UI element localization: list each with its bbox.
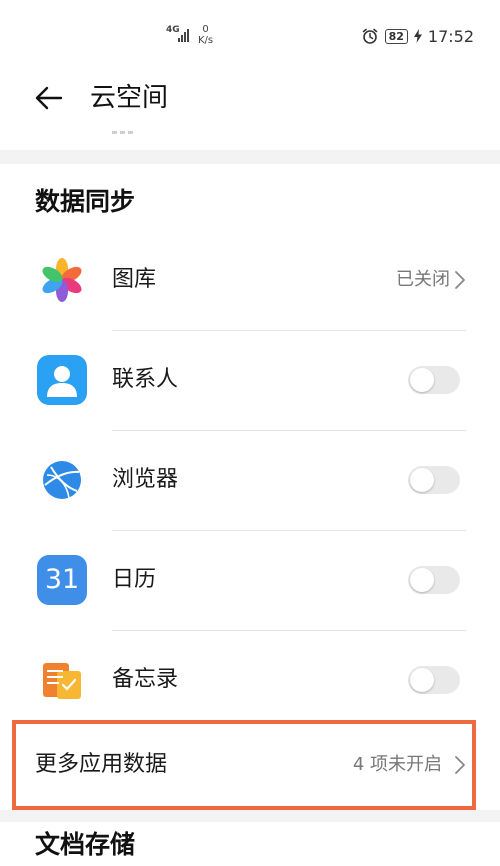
chevron-right-icon xyxy=(455,271,465,289)
toggle-knob xyxy=(410,668,434,692)
signal-icon xyxy=(178,29,189,42)
alarm-icon xyxy=(362,28,377,44)
notes-icon xyxy=(37,655,87,705)
calendar-row: 31 日历 xyxy=(0,530,500,630)
browser-label: 浏览器 xyxy=(112,467,179,492)
network-speed-unit: K/s xyxy=(198,35,214,46)
notes-label: 备忘录 xyxy=(112,667,179,692)
charging-icon xyxy=(413,29,422,43)
toggle-knob xyxy=(410,368,434,392)
section-separator xyxy=(0,810,500,822)
gallery-status: 已关闭 xyxy=(396,269,450,290)
browser-row: 浏览器 xyxy=(0,430,500,530)
contacts-label: 联系人 xyxy=(112,367,179,392)
contacts-row: 联系人 xyxy=(0,330,500,430)
data-sync-heading: 数据同步 xyxy=(35,187,136,216)
calendar-icon: 31 xyxy=(37,555,87,605)
browser-icon xyxy=(37,455,87,505)
gallery-row[interactable]: 图库 已关闭 xyxy=(0,230,500,330)
calendar-toggle[interactable] xyxy=(408,566,460,594)
more-app-data-label[interactable]: 更多应用数据 xyxy=(35,750,167,780)
browser-toggle[interactable] xyxy=(408,466,460,494)
status-bar: 4G 0 K/s 82 17:52 xyxy=(0,0,500,66)
contacts-icon xyxy=(37,355,87,405)
gallery-icon xyxy=(37,255,87,305)
network-speed-value: 0 xyxy=(202,24,209,35)
notes-toggle[interactable] xyxy=(408,666,460,694)
toggle-knob xyxy=(410,568,434,592)
section-separator xyxy=(0,150,500,164)
clock: 17:52 xyxy=(427,26,474,46)
status-right: 82 17:52 xyxy=(361,26,474,46)
contacts-toggle[interactable] xyxy=(408,366,460,394)
battery-level: 82 xyxy=(384,28,408,44)
calendar-label: 日历 xyxy=(112,567,157,592)
chevron-right-icon[interactable] xyxy=(454,755,466,775)
toggle-knob xyxy=(410,468,434,492)
notes-row: 备忘录 xyxy=(0,630,500,730)
more-app-data-status: 4 项未开启 xyxy=(352,754,442,775)
page-title: 云空间 xyxy=(90,83,169,113)
back-arrow-icon[interactable] xyxy=(34,83,64,113)
app-header xyxy=(0,66,500,132)
network-speed: 0 K/s xyxy=(198,24,213,46)
doc-storage-heading: 文档存储 xyxy=(35,830,136,859)
scroll-indicator xyxy=(112,131,133,134)
gallery-label: 图库 xyxy=(112,267,157,292)
